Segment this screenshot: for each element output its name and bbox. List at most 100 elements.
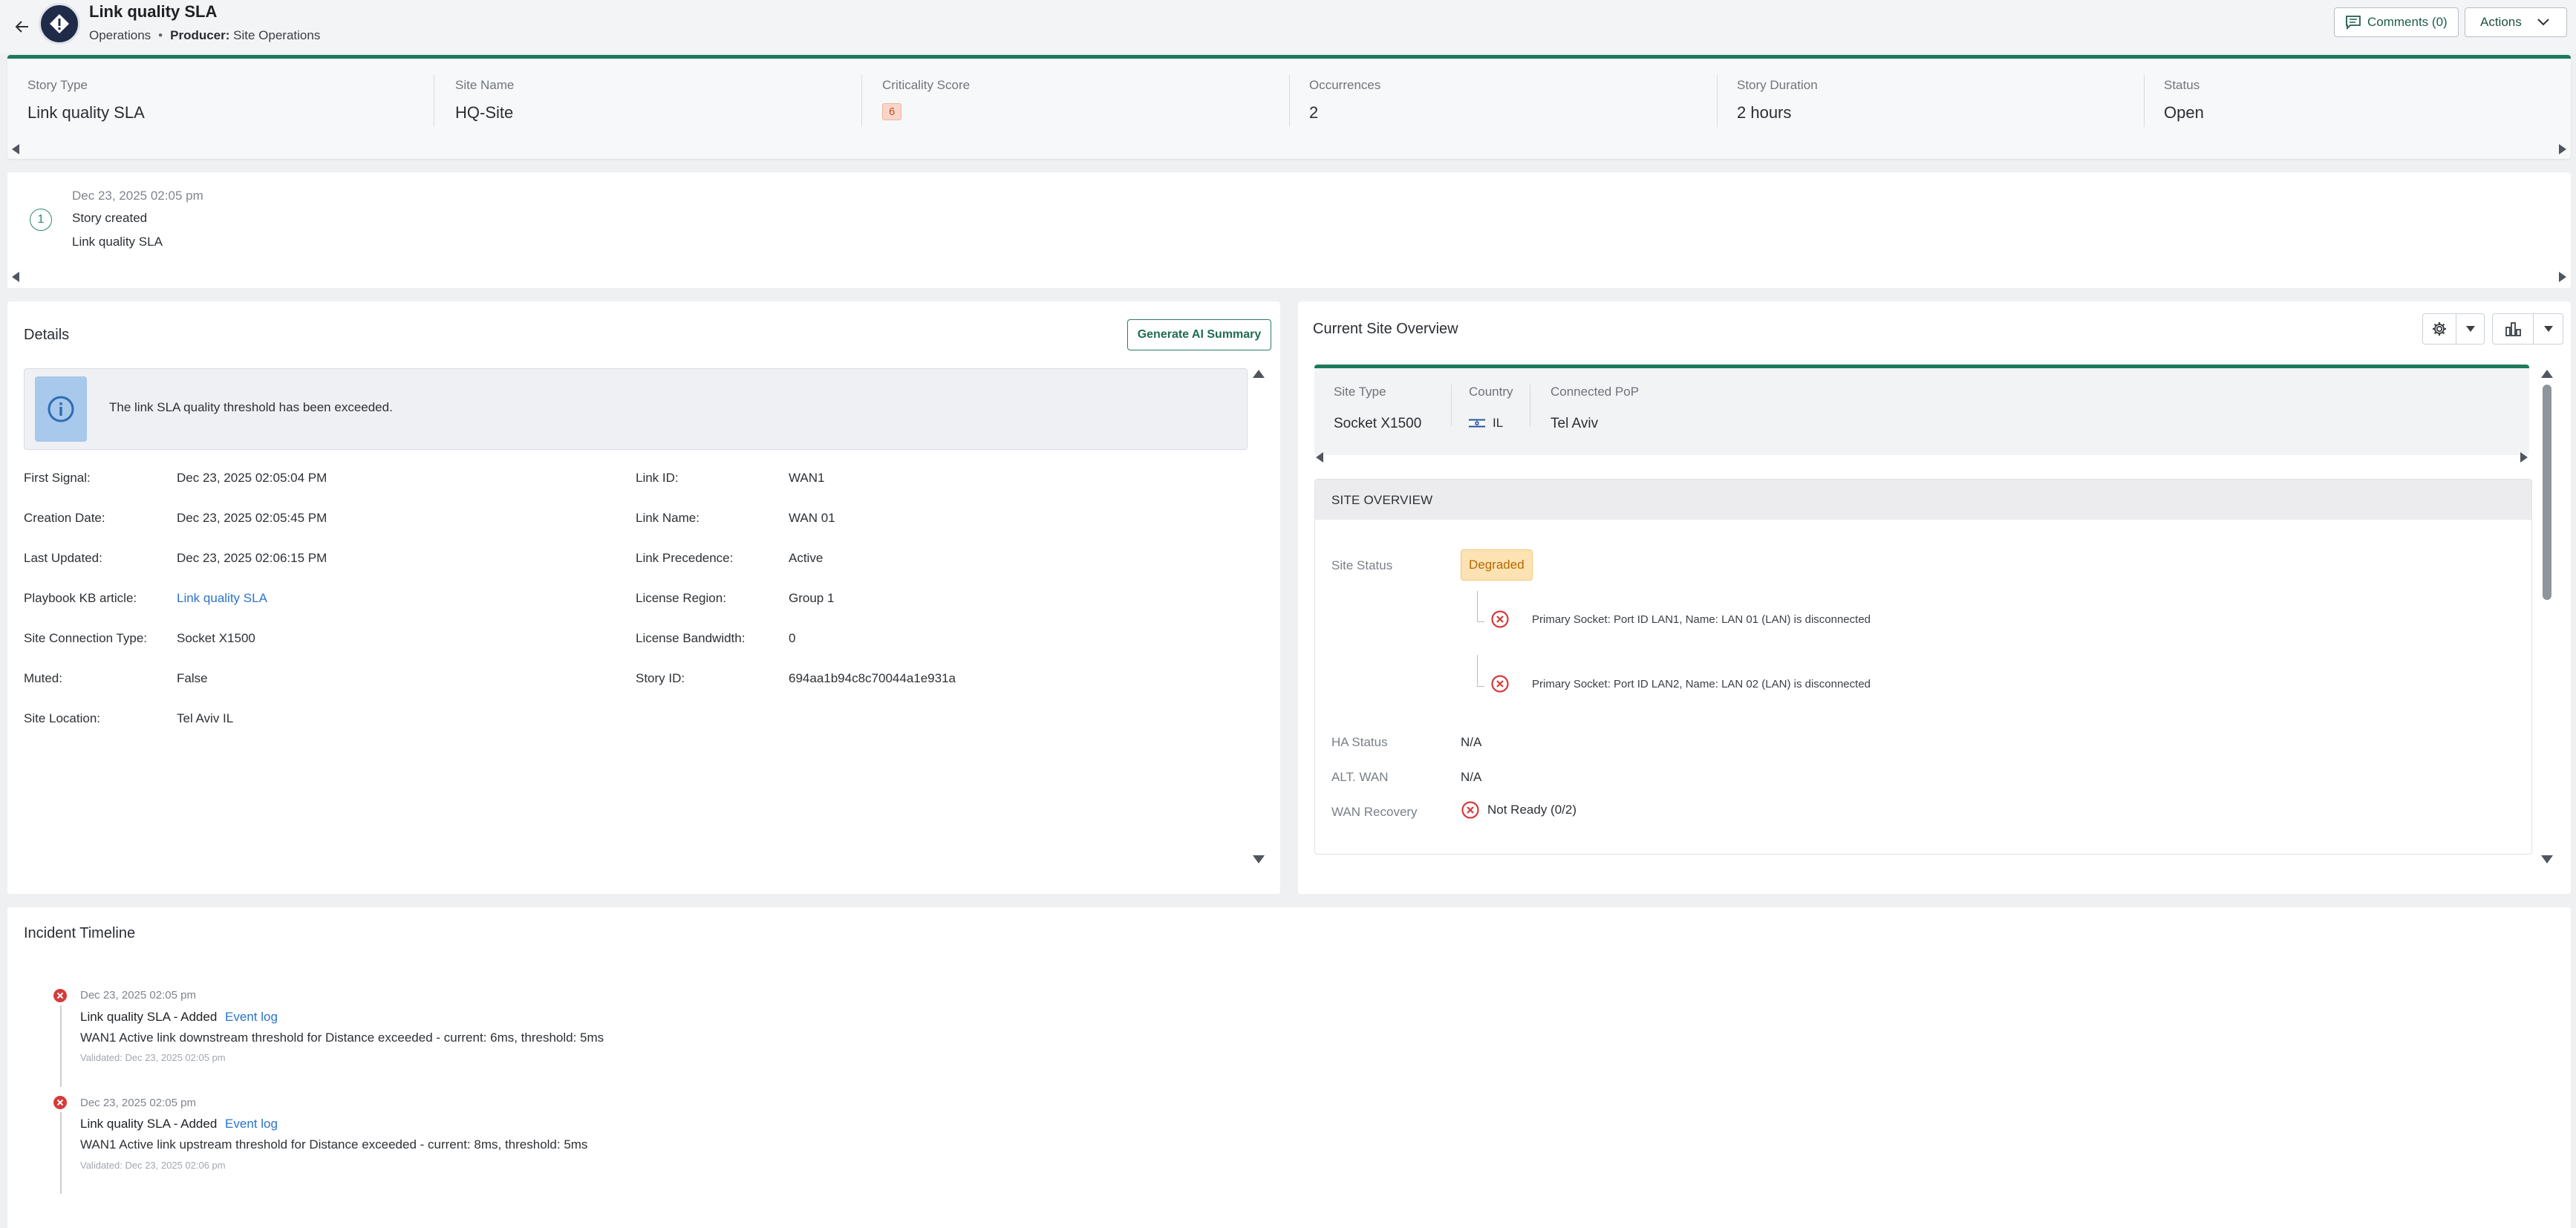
divider <box>2144 75 2145 127</box>
creation-date-value: Dec 23, 2025 02:05:45 PM <box>177 511 327 525</box>
timeline-validated: Validated: Dec 23, 2025 02:05 pm <box>80 1052 226 1063</box>
scroll-left-icon[interactable] <box>12 272 19 282</box>
occurrences-field: Occurrences 2 <box>1309 78 1380 123</box>
scroll-left-icon[interactable] <box>1316 452 1323 463</box>
timeline-item-title: Link quality SLA - Added Event log <box>80 1117 278 1131</box>
license-bandwidth-label: License Bandwidth: <box>636 631 746 645</box>
timeline-validated: Validated: Dec 23, 2025 02:06 pm <box>80 1160 226 1171</box>
timeline-line <box>60 1112 62 1194</box>
link-id-label: Link ID: <box>636 471 679 485</box>
scroll-up-icon[interactable] <box>2541 370 2553 378</box>
site-name-value: HQ-Site <box>455 103 514 122</box>
vertical-scroll-thumb[interactable] <box>2543 385 2551 600</box>
producer-label: Producer: <box>170 28 230 42</box>
license-bandwidth-value: 0 <box>789 631 796 645</box>
divider <box>861 75 862 127</box>
story-id-label: Story ID: <box>636 671 685 685</box>
criticality-field: Criticality Score 6 <box>882 78 970 120</box>
status-value: Open <box>2164 103 2204 122</box>
link-precedence-value: Active <box>789 551 824 565</box>
horizontal-scrollbar[interactable] <box>7 270 2571 284</box>
chart-dropdown[interactable] <box>2492 313 2563 344</box>
divider <box>1289 75 1290 127</box>
comments-label: Comments (0) <box>2367 15 2448 29</box>
caret-down-icon <box>2465 326 2475 332</box>
overview-title: Current Site Overview <box>1313 321 1458 337</box>
error-circle-icon <box>1461 801 1479 819</box>
event-log-link[interactable]: Event log <box>225 1010 278 1024</box>
country-field: Country IL <box>1469 385 1513 431</box>
section-header: SITE OVERVIEW <box>1315 480 2531 520</box>
page-title: Link quality SLA <box>89 2 218 21</box>
first-signal-label: First Signal: <box>24 471 91 485</box>
duration-field: Story Duration 2 hours <box>1737 78 1818 123</box>
actions-dropdown[interactable]: Actions <box>2465 7 2567 37</box>
error-item: Primary Socket: Port ID LAN1, Name: LAN … <box>1490 610 1871 629</box>
pop-value: Tel Aviv <box>1551 416 1599 431</box>
details-card: Details Generate AI Summary The link SLA… <box>7 301 1280 894</box>
site-overview-section: SITE OVERVIEW Site Status Degraded Prima… <box>1314 479 2532 855</box>
event-log-link[interactable]: Event log <box>225 1117 278 1131</box>
divider <box>1717 75 1718 127</box>
error-dot-icon <box>53 989 67 1002</box>
playbook-label: Playbook KB article: <box>24 591 137 605</box>
scroll-right-icon[interactable] <box>2559 272 2566 282</box>
producer-value: Site Operations <box>233 28 321 42</box>
playbook-link[interactable]: Link quality SLA <box>177 591 267 606</box>
separator-dot: • <box>158 28 163 42</box>
story-type-label: Story Type <box>27 78 88 92</box>
error-text: Primary Socket: Port ID LAN1, Name: LAN … <box>1532 613 1871 626</box>
muted-label: Muted: <box>24 671 62 685</box>
settings-dropdown[interactable] <box>2422 313 2485 344</box>
israel-flag-icon <box>1469 418 1485 428</box>
site-overview-card: Current Site Overview Site Type Socket X… <box>1298 301 2571 894</box>
occurrences-value: 2 <box>1309 103 1319 122</box>
scroll-down-icon[interactable] <box>2541 855 2553 863</box>
actions-label: Actions <box>2480 15 2522 29</box>
generate-ai-summary-button[interactable]: Generate AI Summary <box>1127 319 1271 350</box>
connection-type-label: Site Connection Type: <box>24 631 148 645</box>
category-label: Operations <box>89 28 151 42</box>
horizontal-scrollbar[interactable] <box>7 143 2571 156</box>
ha-status-value: N/A <box>1461 735 1482 749</box>
event-number: 1 <box>30 209 52 231</box>
incident-timeline-card: Incident Timeline Dec 23, 2025 02:05 pm … <box>7 907 2571 1228</box>
error-dot-icon <box>53 1096 67 1109</box>
info-icon <box>48 396 74 422</box>
scroll-right-icon[interactable] <box>2520 452 2528 463</box>
status-field: Status Open <box>2164 78 2204 123</box>
ha-status-label: HA Status <box>1331 735 1388 749</box>
comments-button[interactable]: Comments (0) <box>2334 7 2459 37</box>
arrow-left-icon <box>15 21 28 33</box>
muted-value: False <box>177 671 208 685</box>
link-name-label: Link Name: <box>636 511 700 525</box>
scroll-down-icon[interactable] <box>1253 855 1265 863</box>
story-summary-card: Story Type Link quality SLA Site Name HQ… <box>7 55 2571 159</box>
caret-down-icon <box>2543 326 2553 332</box>
tree-connector <box>1477 655 1478 686</box>
country-label: Country <box>1469 385 1513 399</box>
site-status-label: Site Status <box>1331 558 1393 572</box>
bar-chart-icon <box>2505 322 2521 336</box>
site-name-field: Site Name HQ-Site <box>455 78 514 123</box>
error-circle-icon <box>1491 610 1509 628</box>
back-button[interactable] <box>10 15 34 39</box>
story-id-value: 694aa1b94c8c70044a1e931a <box>789 671 956 685</box>
story-type-value: Link quality SLA <box>27 103 145 122</box>
scroll-right-icon[interactable] <box>2559 144 2566 154</box>
divider <box>1451 385 1452 426</box>
site-name-label: Site Name <box>455 78 515 92</box>
last-updated-value: Dec 23, 2025 02:06:15 PM <box>177 551 327 565</box>
wan-recovery-label: WAN Recovery <box>1331 805 1418 819</box>
criticality-badge: 6 <box>882 103 902 120</box>
event-subtitle: Link quality SLA <box>72 235 163 249</box>
scroll-left-icon[interactable] <box>12 144 19 154</box>
timeline-date: Dec 23, 2025 02:05 pm <box>80 989 196 1002</box>
page-subtitle: Operations • Producer: Site Operations <box>89 28 320 43</box>
alt-wan-label: ALT. WAN <box>1331 770 1389 784</box>
site-location-value: Tel Aviv IL <box>177 711 234 725</box>
horizontal-scrollbar[interactable] <box>1314 451 2529 464</box>
scroll-up-icon[interactable] <box>1253 370 1265 378</box>
license-region-label: License Region: <box>636 591 726 605</box>
site-type-label: Site Type <box>1334 385 1386 399</box>
